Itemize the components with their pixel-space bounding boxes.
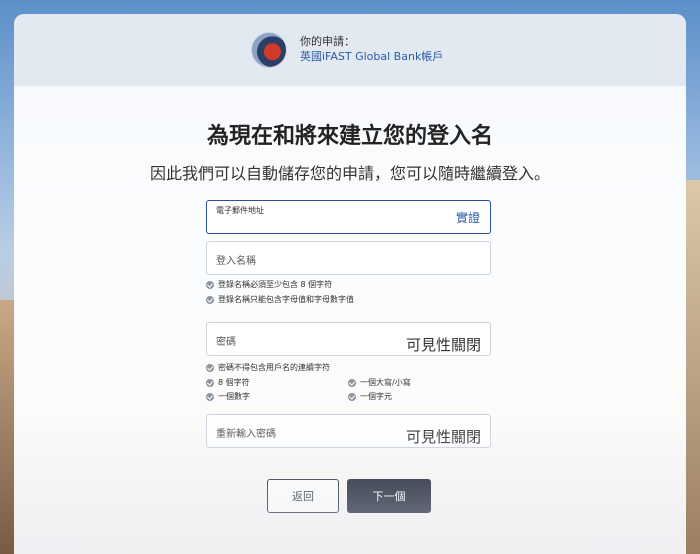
- password-label: 密碼: [216, 337, 236, 348]
- back-button[interactable]: 返回: [267, 479, 339, 513]
- signup-card: 你的申請： 英國iFAST Global Bank帳戶 為現在和將來建立您的登入…: [14, 14, 686, 554]
- check-icon: [348, 379, 356, 387]
- password-rule: 密碼不得包含用戶名的連續字符: [206, 363, 330, 373]
- confirm-password-visibility-toggle[interactable]: 可見性關閉: [406, 426, 481, 447]
- password-field[interactable]: 密碼 可見性關閉: [206, 322, 491, 356]
- username-field[interactable]: 登入名稱: [206, 241, 491, 275]
- application-name: 英國iFAST Global Bank帳戶: [300, 50, 444, 63]
- application-caption: 你的申請：: [300, 35, 355, 48]
- confirm-password-label: 重新輸入密碼: [216, 429, 276, 440]
- verify-link[interactable]: 實證: [456, 209, 480, 226]
- page-subtitle: 因此我們可以自動儲存您的申請，您可以隨時繼續登入。: [149, 164, 550, 183]
- password-rule: 8 個字符: [206, 378, 250, 388]
- check-icon: [206, 393, 214, 401]
- username-rule: 登錄名稱必須至少包含 8 個字符: [206, 280, 332, 290]
- check-icon: [206, 364, 214, 372]
- background-building-right: [686, 180, 700, 554]
- background-building-left: [0, 300, 14, 554]
- username-label: 登入名稱: [216, 256, 256, 267]
- password-rule: 一個數字: [206, 392, 250, 402]
- username-rule: 登錄名稱只能包含字母值和字母數字值: [206, 295, 354, 305]
- password-visibility-toggle[interactable]: 可見性關閉: [406, 334, 481, 355]
- password-rule: 一個大寫/小寫: [348, 378, 411, 388]
- confirm-password-field[interactable]: 重新輸入密碼 可見性關閉: [206, 414, 491, 448]
- bank-avatar-icon: [251, 32, 287, 68]
- check-icon: [206, 379, 214, 387]
- application-header: 你的申請： 英國iFAST Global Bank帳戶: [14, 14, 686, 86]
- password-rule: 一個字元: [348, 392, 392, 402]
- page-title: 為現在和將來建立您的登入名: [206, 124, 493, 149]
- email-field[interactable]: 電子郵件地址 實證: [206, 200, 491, 234]
- check-icon: [206, 296, 214, 304]
- next-button[interactable]: 下一個: [347, 479, 431, 513]
- email-label: 電子郵件地址: [216, 206, 264, 215]
- check-icon: [206, 281, 214, 289]
- check-icon: [348, 393, 356, 401]
